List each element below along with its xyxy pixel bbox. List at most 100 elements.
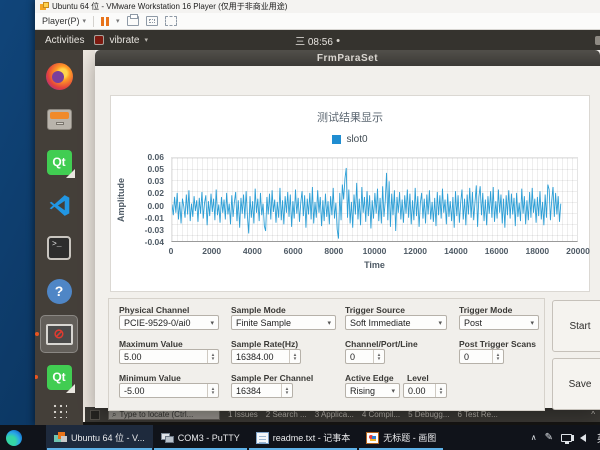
vmware-logo-icon bbox=[40, 2, 49, 11]
tray-chevron-up-icon[interactable]: ∧ bbox=[531, 433, 537, 442]
y-tick-label: 0.06 bbox=[147, 152, 164, 162]
spinner-buttons[interactable]: ▲▼ bbox=[207, 384, 218, 397]
activities-button[interactable]: Activities bbox=[35, 35, 94, 46]
trigger-mode-select[interactable]: Post ▾ bbox=[459, 315, 539, 330]
y-axis-title: Amplitude bbox=[116, 156, 126, 244]
pause-vm-button[interactable] bbox=[101, 17, 109, 26]
legend-label-slot0: slot0 bbox=[346, 134, 367, 145]
vmware-icon bbox=[54, 432, 67, 444]
pane-issues[interactable]: 1 Issues bbox=[228, 410, 258, 419]
plot-area[interactable] bbox=[171, 157, 578, 242]
pause-menu-caret[interactable]: ▾ bbox=[116, 17, 120, 25]
dock-item-qtcreator[interactable]: Qt bbox=[40, 143, 78, 181]
send-ctrl-alt-del-icon[interactable] bbox=[127, 16, 139, 26]
x-tick-label: 0 bbox=[169, 246, 174, 256]
active-edge-label: Active Edge bbox=[345, 373, 394, 383]
y-tick-label: -0.01 bbox=[145, 213, 164, 223]
maximum-value-label: Maximum Value bbox=[119, 339, 183, 349]
file-manager-icon bbox=[47, 109, 72, 130]
physical-channel-select[interactable]: PCIE-9529-0/ai0 ▾ bbox=[119, 315, 219, 330]
legend-swatch-slot0 bbox=[332, 135, 341, 144]
maximum-value-input[interactable]: 5.00 ▲▼ bbox=[119, 349, 219, 364]
start-button[interactable]: Start bbox=[552, 300, 600, 352]
vmware-titlebar[interactable]: Ubuntu 64 位 - VMware Workstation 16 Play… bbox=[35, 0, 600, 13]
pane-debugger[interactable]: 5 Debugg... bbox=[408, 410, 449, 419]
taskbar-item-paint[interactable]: 无标题 - 画图 bbox=[358, 425, 444, 450]
sample-rate-input[interactable]: 16384.00 ▲▼ bbox=[231, 349, 301, 364]
spinner-buttons[interactable]: ▲▼ bbox=[492, 350, 503, 363]
app-menu[interactable]: vibrate ▾ bbox=[94, 35, 148, 46]
column-channel: Physical Channel PCIE-9529-0/ai0 ▾ Maxim… bbox=[119, 299, 219, 410]
sample-per-channel-input[interactable]: 16384 ▲▼ bbox=[231, 383, 293, 398]
taskbar-item-putty[interactable]: COM3 - PuTTY bbox=[153, 425, 248, 450]
pane-search[interactable]: 2 Search ... bbox=[266, 410, 307, 419]
dock-item-terminal[interactable]: >_ bbox=[40, 229, 78, 267]
chevron-down-icon: ▾ bbox=[144, 36, 148, 44]
chart-title: 测试结果显示 bbox=[111, 109, 589, 125]
pane-test-results[interactable]: 6 Test Re... bbox=[457, 410, 497, 419]
dock-item-qt-app[interactable]: Qt bbox=[40, 358, 78, 396]
show-applications-button[interactable] bbox=[40, 401, 78, 419]
post-trigger-scans-label: Post Trigger Scans bbox=[459, 339, 536, 349]
parameter-groupbox: Physical Channel PCIE-9529-0/ai0 ▾ Maxim… bbox=[108, 298, 545, 411]
dock-item-firefox[interactable] bbox=[40, 57, 78, 95]
pen-workspace-icon[interactable]: ✎ bbox=[545, 432, 553, 443]
vibrate-app-window-icon: ⊘ bbox=[46, 324, 73, 345]
spinner-buttons[interactable]: ▲▼ bbox=[289, 350, 300, 363]
spinner-buttons[interactable]: ▲▼ bbox=[281, 384, 292, 397]
level-input[interactable]: 0.00 ▲▼ bbox=[403, 383, 447, 398]
terminal-icon: >_ bbox=[47, 236, 71, 260]
taskbar-item-vmware[interactable]: Ubuntu 64 位 - V... bbox=[46, 425, 153, 450]
edge-icon[interactable] bbox=[6, 430, 22, 446]
sample-per-channel-label: Sample Per Channel bbox=[231, 373, 313, 383]
y-tick-label: -0.04 bbox=[145, 237, 164, 247]
unity-mode-icon[interactable] bbox=[165, 16, 177, 26]
toolbar-divider bbox=[93, 16, 94, 27]
spinner-buttons[interactable]: ▲▼ bbox=[207, 350, 218, 363]
chevron-down-icon: ▾ bbox=[530, 319, 538, 327]
dock-item-vscode[interactable] bbox=[40, 186, 78, 224]
app-grid-icon bbox=[52, 403, 67, 418]
player-menu[interactable]: Player(P) ▾ bbox=[42, 16, 86, 26]
qtcreator-mode-icon[interactable] bbox=[90, 410, 100, 420]
x-tick-label: 2000 bbox=[202, 246, 221, 256]
chevron-down-icon: ▾ bbox=[438, 319, 446, 327]
dock-item-help[interactable]: ? bbox=[40, 272, 78, 310]
ubuntu-dock: Qt >_ ? ⊘ Qt bbox=[35, 50, 83, 425]
level-label: Level bbox=[407, 373, 429, 383]
vibrate-app-icon bbox=[94, 35, 104, 45]
y-tick-label: 0.05 bbox=[147, 164, 164, 174]
minimum-value-input[interactable]: -5.00 ▲▼ bbox=[119, 383, 219, 398]
window-titlebar[interactable]: FrmParaSet bbox=[95, 50, 600, 66]
pane-compile[interactable]: 4 Compil... bbox=[362, 410, 400, 419]
taskbar-item-notepad[interactable]: readme.txt - 记事本 bbox=[248, 425, 359, 450]
post-trigger-scans-input[interactable]: 0 ▲▼ bbox=[459, 349, 504, 364]
dock-item-files[interactable] bbox=[40, 100, 78, 138]
waveform-line bbox=[172, 168, 561, 239]
firefox-icon bbox=[46, 63, 73, 90]
spinner-buttons[interactable]: ▲▼ bbox=[373, 350, 384, 363]
fullscreen-icon[interactable] bbox=[146, 16, 158, 26]
system-tray-partial-icon[interactable] bbox=[595, 36, 600, 45]
save-button[interactable]: Save bbox=[552, 358, 600, 410]
chart-panel: 测试结果显示 slot0 Amplitude 0.060.050.030.020… bbox=[110, 95, 590, 292]
speaker-icon[interactable] bbox=[580, 434, 586, 442]
spinner-buttons[interactable]: ▲▼ bbox=[435, 384, 446, 397]
qt-icon: Qt bbox=[47, 150, 72, 175]
trigger-source-select[interactable]: Soft Immediate ▾ bbox=[345, 315, 447, 330]
windows-taskbar: Ubuntu 64 位 - V... COM3 - PuTTY readme.t… bbox=[0, 425, 600, 450]
waveform-svg bbox=[172, 158, 577, 241]
x-tick-label: 14000 bbox=[444, 246, 468, 256]
pane-expand-chevron[interactable]: ^ bbox=[591, 410, 595, 419]
column-trigger-source: Trigger Source Soft Immediate ▾ Channel/… bbox=[345, 299, 447, 410]
dock-item-vibrate-app[interactable]: ⊘ bbox=[40, 315, 78, 353]
ubuntu-screen: Activities vibrate ▾ 三 08:56 Qt >_ ? bbox=[35, 30, 600, 425]
chart-legend: slot0 bbox=[111, 134, 589, 145]
clock-menu[interactable]: 三 08:56 bbox=[295, 30, 340, 50]
channel-port-line-input[interactable]: 0 ▲▼ bbox=[345, 349, 385, 364]
physical-channel-label: Physical Channel bbox=[119, 305, 189, 315]
active-edge-select[interactable]: Rising ▾ bbox=[345, 383, 400, 398]
pane-application[interactable]: 3 Applica... bbox=[315, 410, 354, 419]
sample-mode-select[interactable]: Finite Sample ▾ bbox=[231, 315, 336, 330]
y-tick-label: 0.02 bbox=[147, 188, 164, 198]
